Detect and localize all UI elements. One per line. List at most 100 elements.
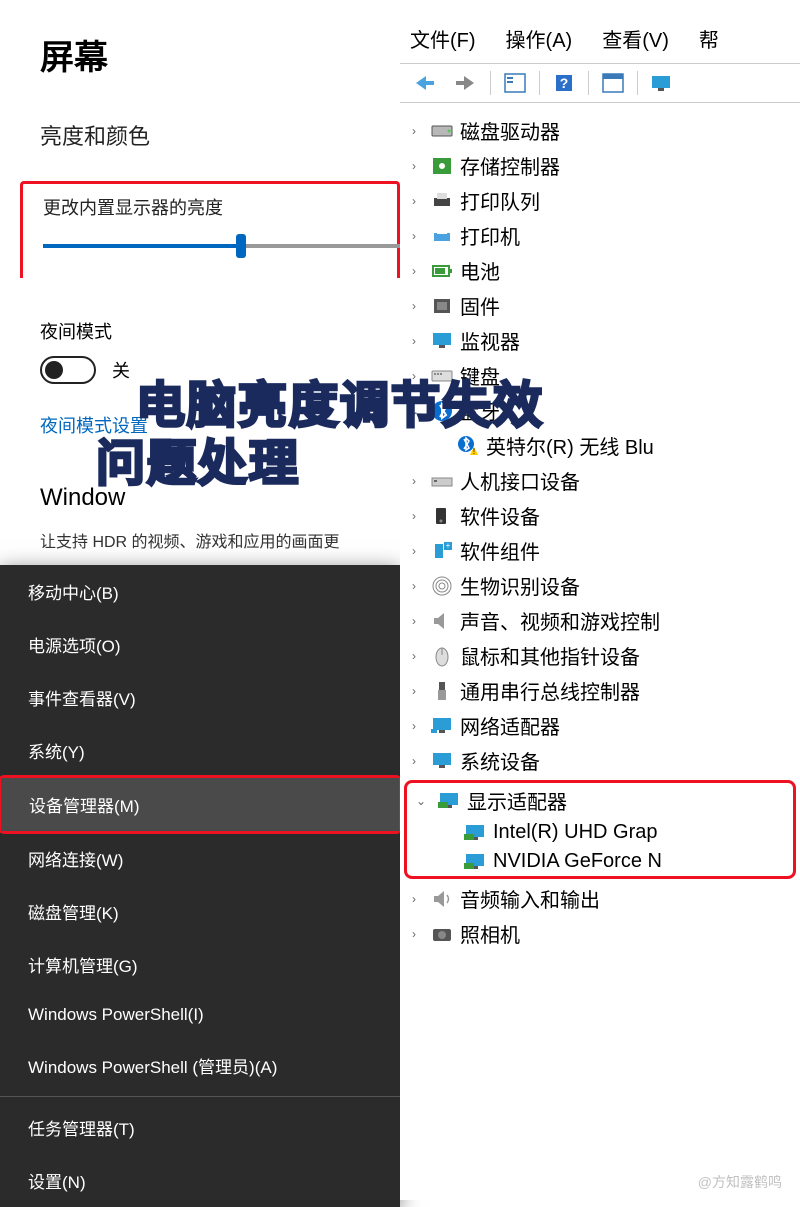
show-hide-tree-button[interactable] [497, 68, 533, 98]
menu-item[interactable]: 查看(V) [602, 24, 669, 53]
chevron-down-icon[interactable]: ⌄ [411, 794, 431, 808]
forward-button[interactable] [448, 68, 484, 98]
tree-row[interactable]: › + 软件组件 [400, 533, 800, 568]
ctx-item[interactable]: 移动中心(B) [0, 565, 400, 618]
chevron-right-icon[interactable]: › [404, 614, 424, 628]
properties-button[interactable] [595, 68, 631, 98]
menu-bar: 文件(F) 操作(A) 查看(V) 帮 [400, 20, 800, 63]
ctx-item[interactable]: Windows PowerShell (管理员)(A) [0, 1039, 400, 1092]
tree-row[interactable]: › 声音、视频和游戏控制 [400, 603, 800, 638]
headline-overlay: 电脑亮度调节失效 问题处理 [96, 378, 544, 494]
tree-row[interactable]: › 固件 [400, 288, 800, 323]
tree-row[interactable]: ›生物识别设备 [400, 568, 800, 603]
tree-label: 声音、视频和游戏控制 [460, 606, 660, 635]
chevron-right-icon[interactable]: › [404, 754, 424, 768]
headline-line2: 问题处理 [96, 436, 544, 494]
ctx-item[interactable]: 设置(N) [0, 1154, 400, 1207]
tree-row[interactable]: ›通用串行总线控制器 [400, 673, 800, 708]
night-mode-toggle[interactable] [40, 356, 96, 384]
ctx-item[interactable]: 系统(Y) [0, 724, 400, 777]
brightness-highlight-box: 更改内置显示器的亮度 [20, 181, 400, 278]
tree-label: 监视器 [460, 326, 520, 355]
tree-row[interactable]: › 磁盘驱动器 [400, 113, 800, 148]
net-icon [430, 715, 454, 737]
ctx-item[interactable]: 计算机管理(G) [0, 938, 400, 991]
tree-row[interactable]: ›电池 [400, 253, 800, 288]
toolbar: ? [400, 63, 800, 103]
tree-label: 磁盘驱动器 [460, 116, 560, 145]
ctx-item[interactable]: 设备管理器(M) [1, 778, 399, 831]
menu-item[interactable]: 文件(F) [410, 24, 476, 53]
chevron-right-icon[interactable]: › [404, 124, 424, 138]
display-adapter-highlight: ⌄ 显示适配器 Intel(R) UHD GrapNVIDIA GeForce N [404, 780, 796, 879]
tree-row[interactable]: › 监视器 [400, 323, 800, 358]
tree-row[interactable]: Intel(R) UHD Grap [407, 818, 793, 847]
help-button[interactable]: ? [546, 68, 582, 98]
ctx-item[interactable]: 事件查看器(V) [0, 671, 400, 724]
display-icon [437, 790, 461, 812]
printer-icon [430, 190, 454, 212]
toolbar-separator [588, 71, 589, 95]
brightness-label: 更改内置显示器的亮度 [43, 194, 397, 220]
tree-row[interactable]: › 网络适配器 [400, 708, 800, 743]
section-brightness-color: 亮度和颜色 [40, 119, 360, 151]
bio-icon [430, 575, 454, 597]
back-button[interactable] [406, 68, 442, 98]
soft-icon [430, 505, 454, 527]
ctx-item[interactable]: Windows PowerShell(I) [0, 991, 400, 1039]
chevron-right-icon[interactable]: › [404, 927, 424, 941]
chevron-right-icon[interactable]: › [404, 194, 424, 208]
chevron-right-icon[interactable]: › [404, 719, 424, 733]
night-mode-row: 夜间模式 关 [40, 318, 360, 384]
tree-row[interactable]: NVIDIA GeForce N [407, 847, 793, 876]
comp-icon: + [430, 540, 454, 562]
gpu-icon [463, 851, 487, 873]
svg-text:?: ? [560, 75, 569, 91]
svg-text:+: + [446, 541, 451, 550]
chevron-right-icon[interactable]: › [404, 509, 424, 523]
chevron-right-icon[interactable]: › [404, 229, 424, 243]
tree-label: 网络适配器 [460, 711, 560, 740]
brightness-slider[interactable] [43, 244, 403, 248]
ctx-item[interactable]: 磁盘管理(K) [0, 885, 400, 938]
scan-hardware-button[interactable] [644, 68, 680, 98]
usb-icon [430, 680, 454, 702]
tree-row[interactable]: › 照相机 [400, 916, 800, 951]
audio-icon [430, 888, 454, 910]
tree-row[interactable]: ›音频输入和输出 [400, 881, 800, 916]
menu-item[interactable]: 操作(A) [506, 24, 573, 53]
night-mode-label: 夜间模式 [40, 318, 360, 344]
tree-row[interactable]: ⌄ 显示适配器 [407, 783, 793, 818]
toolbar-separator [490, 71, 491, 95]
tree-row[interactable]: ›打印队列 [400, 183, 800, 218]
tree-label: 软件组件 [460, 536, 540, 565]
chevron-right-icon[interactable]: › [404, 579, 424, 593]
tree-row[interactable]: ›存储控制器 [400, 148, 800, 183]
device-manager-window: 文件(F) 操作(A) 查看(V) 帮 ? › 磁盘驱动器 ›存储控制器›打印队列›打印机… [400, 0, 800, 1200]
chevron-right-icon[interactable]: › [404, 684, 424, 698]
tree-row[interactable]: ›打印机 [400, 218, 800, 253]
tree-row[interactable]: ›系统设备 [400, 743, 800, 778]
tree-row[interactable]: ›鼠标和其他指针设备 [400, 638, 800, 673]
chevron-right-icon[interactable]: › [404, 334, 424, 348]
toolbar-separator [539, 71, 540, 95]
chevron-right-icon[interactable]: › [404, 299, 424, 313]
tree-label: 显示适配器 [467, 786, 567, 815]
menu-item[interactable]: 帮 [699, 24, 719, 53]
chevron-right-icon[interactable]: › [404, 649, 424, 663]
sys-icon [430, 750, 454, 772]
ctx-item[interactable]: 网络连接(W) [0, 832, 400, 885]
ctx-highlight: 设备管理器(M) [0, 775, 402, 834]
tree-row[interactable]: ›软件设备 [400, 498, 800, 533]
headline-line1: 电脑亮度调节失效 [136, 378, 544, 436]
chevron-right-icon[interactable]: › [404, 892, 424, 906]
ctx-item[interactable]: 电源选项(O) [0, 618, 400, 671]
tree-label: 照相机 [460, 919, 520, 948]
slider-thumb[interactable] [236, 234, 246, 258]
chevron-right-icon[interactable]: › [404, 544, 424, 558]
tree-label: 固件 [460, 291, 500, 320]
printer2-icon [430, 225, 454, 247]
chevron-right-icon[interactable]: › [404, 159, 424, 173]
ctx-item[interactable]: 任务管理器(T) [0, 1101, 400, 1154]
chevron-right-icon[interactable]: › [404, 264, 424, 278]
